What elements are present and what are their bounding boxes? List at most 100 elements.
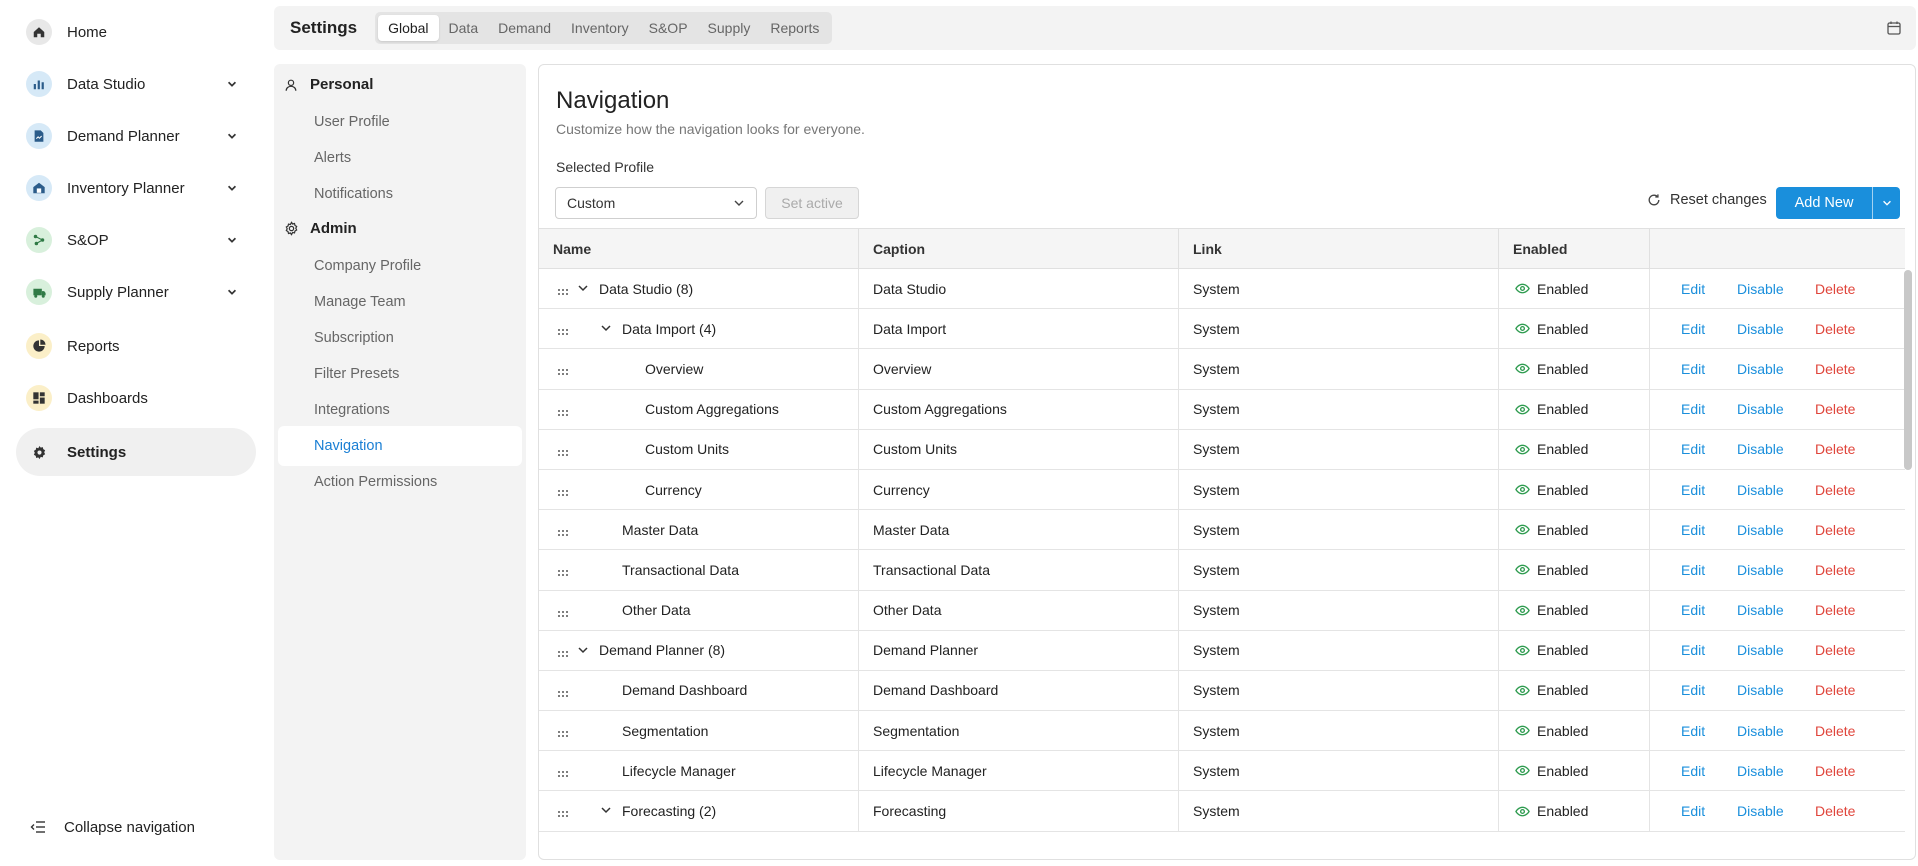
settings-link-alerts[interactable]: Alerts xyxy=(278,138,522,178)
edit-link[interactable]: Edit xyxy=(1681,642,1737,658)
enabled-status: Enabled xyxy=(1537,722,1589,739)
nav-item-s-op[interactable]: S&OP xyxy=(16,216,256,264)
settings-link-company-profile[interactable]: Company Profile xyxy=(278,246,522,286)
settings-link-filter-presets[interactable]: Filter Presets xyxy=(278,354,522,394)
disable-link[interactable]: Disable xyxy=(1737,441,1815,457)
disable-link[interactable]: Disable xyxy=(1737,321,1815,337)
tab-global[interactable]: Global xyxy=(378,15,439,41)
edit-link[interactable]: Edit xyxy=(1681,281,1737,297)
chevron-down-icon[interactable] xyxy=(222,282,242,302)
drag-handle-icon[interactable] xyxy=(557,444,569,456)
delete-link[interactable]: Delete xyxy=(1815,763,1855,779)
nav-item-supply-planner[interactable]: Supply Planner xyxy=(16,268,256,316)
delete-link[interactable]: Delete xyxy=(1815,281,1855,297)
drag-handle-icon[interactable] xyxy=(557,765,569,778)
calendar-icon[interactable] xyxy=(1886,20,1902,36)
drag-handle-icon[interactable] xyxy=(557,363,569,376)
drag-handle-icon[interactable] xyxy=(557,685,569,697)
disable-link[interactable]: Disable xyxy=(1737,401,1815,417)
edit-link[interactable]: Edit xyxy=(1681,803,1737,819)
delete-link[interactable]: Delete xyxy=(1815,723,1855,739)
delete-link[interactable]: Delete xyxy=(1815,361,1855,377)
edit-link[interactable]: Edit xyxy=(1681,361,1737,377)
nav-item-home[interactable]: Home xyxy=(16,8,256,56)
chevron-down-icon[interactable] xyxy=(222,230,242,250)
chevron-down-icon[interactable] xyxy=(599,803,613,817)
settings-link-action-permissions[interactable]: Action Permissions xyxy=(278,462,522,502)
edit-link[interactable]: Edit xyxy=(1681,482,1737,498)
edit-link[interactable]: Edit xyxy=(1681,441,1737,457)
disable-link[interactable]: Disable xyxy=(1737,642,1815,658)
settings-link-notifications[interactable]: Notifications xyxy=(278,174,522,214)
settings-link-navigation[interactable]: Navigation xyxy=(278,426,522,466)
disable-link[interactable]: Disable xyxy=(1737,522,1815,538)
disable-link[interactable]: Disable xyxy=(1737,723,1815,739)
nav-item-reports[interactable]: Reports xyxy=(16,322,256,370)
delete-link[interactable]: Delete xyxy=(1815,401,1855,417)
chevron-down-icon[interactable] xyxy=(222,126,242,146)
nav-item-settings[interactable]: Settings xyxy=(16,428,256,476)
settings-link-subscription[interactable]: Subscription xyxy=(278,318,522,358)
edit-link[interactable]: Edit xyxy=(1681,562,1737,578)
drag-handle-icon[interactable] xyxy=(557,605,569,617)
delete-link[interactable]: Delete xyxy=(1815,522,1855,538)
drag-handle-icon[interactable] xyxy=(557,283,569,295)
edit-link[interactable]: Edit xyxy=(1681,602,1737,618)
drag-handle-icon[interactable] xyxy=(557,645,569,657)
drag-handle-icon[interactable] xyxy=(557,725,569,738)
edit-link[interactable]: Edit xyxy=(1681,763,1737,779)
drag-handle-icon[interactable] xyxy=(557,404,569,416)
delete-link[interactable]: Delete xyxy=(1815,803,1855,819)
disable-link[interactable]: Disable xyxy=(1737,281,1815,297)
edit-link[interactable]: Edit xyxy=(1681,723,1737,739)
reset-changes-button[interactable]: Reset changes xyxy=(1647,192,1767,208)
set-active-button[interactable]: Set active xyxy=(765,187,859,219)
add-new-button[interactable]: Add New xyxy=(1776,195,1872,211)
nav-item-inventory-planner[interactable]: Inventory Planner xyxy=(16,164,256,212)
tab-demand[interactable]: Demand xyxy=(488,15,561,41)
drag-handle-icon[interactable] xyxy=(557,484,569,496)
edit-link[interactable]: Edit xyxy=(1681,682,1737,698)
delete-link[interactable]: Delete xyxy=(1815,682,1855,698)
drag-handle-icon[interactable] xyxy=(557,323,569,336)
edit-link[interactable]: Edit xyxy=(1681,401,1737,417)
disable-link[interactable]: Disable xyxy=(1737,803,1815,819)
chevron-down-icon[interactable] xyxy=(599,321,613,335)
disable-link[interactable]: Disable xyxy=(1737,361,1815,377)
disable-link[interactable]: Disable xyxy=(1737,602,1815,618)
table-scrollbar[interactable] xyxy=(1904,270,1912,470)
chevron-down-icon[interactable] xyxy=(222,74,242,94)
edit-link[interactable]: Edit xyxy=(1681,321,1737,337)
delete-link[interactable]: Delete xyxy=(1815,482,1855,498)
disable-link[interactable]: Disable xyxy=(1737,482,1815,498)
delete-link[interactable]: Delete xyxy=(1815,441,1855,457)
nav-item-data-studio[interactable]: Data Studio xyxy=(16,60,256,108)
chevron-down-icon[interactable] xyxy=(222,178,242,198)
disable-link[interactable]: Disable xyxy=(1737,562,1815,578)
settings-link-user-profile[interactable]: User Profile xyxy=(278,102,522,142)
delete-link[interactable]: Delete xyxy=(1815,321,1855,337)
tab-reports[interactable]: Reports xyxy=(760,15,829,41)
add-new-dropdown-toggle[interactable] xyxy=(1873,197,1900,209)
disable-link[interactable]: Disable xyxy=(1737,763,1815,779)
collapse-navigation-button[interactable]: Collapse navigation xyxy=(30,818,195,836)
nav-item-dashboards[interactable]: Dashboards xyxy=(16,374,256,422)
disable-link[interactable]: Disable xyxy=(1737,682,1815,698)
tab-inventory[interactable]: Inventory xyxy=(561,15,639,41)
nav-item-demand-planner[interactable]: Demand Planner xyxy=(16,112,256,160)
drag-handle-icon[interactable] xyxy=(557,564,569,577)
delete-link[interactable]: Delete xyxy=(1815,562,1855,578)
profile-select[interactable]: Custom xyxy=(555,187,757,219)
tab-data[interactable]: Data xyxy=(439,15,489,41)
delete-link[interactable]: Delete xyxy=(1815,642,1855,658)
tab-s-op[interactable]: S&OP xyxy=(639,15,698,41)
settings-link-manage-team[interactable]: Manage Team xyxy=(278,282,522,322)
chevron-down-icon[interactable] xyxy=(576,643,590,657)
edit-link[interactable]: Edit xyxy=(1681,522,1737,538)
drag-handle-icon[interactable] xyxy=(557,805,569,818)
tab-supply[interactable]: Supply xyxy=(698,15,761,41)
drag-handle-icon[interactable] xyxy=(557,524,569,537)
delete-link[interactable]: Delete xyxy=(1815,602,1855,618)
settings-link-integrations[interactable]: Integrations xyxy=(278,390,522,430)
chevron-down-icon[interactable] xyxy=(576,281,590,295)
